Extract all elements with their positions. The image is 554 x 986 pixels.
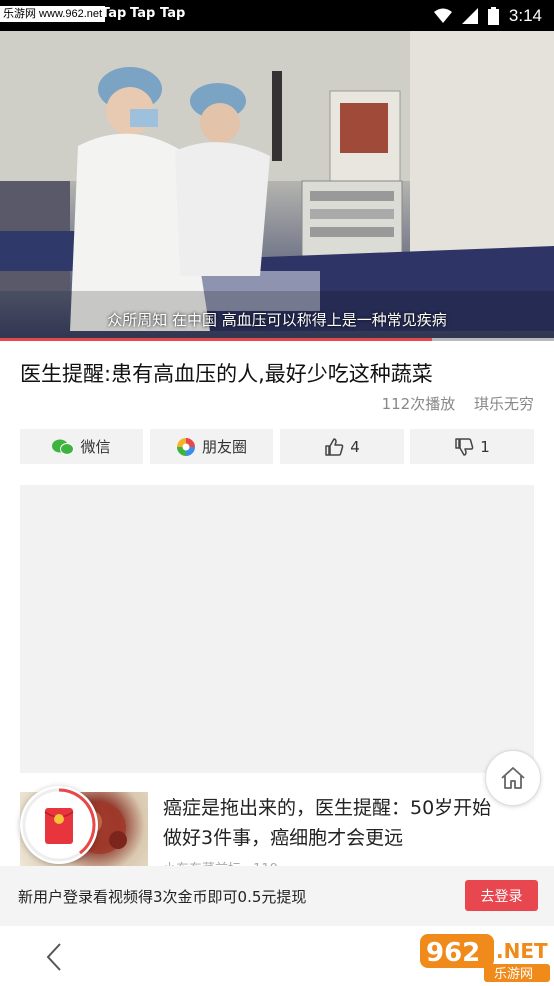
tap-label: Tap bbox=[130, 6, 156, 21]
dislike-button[interactable]: 1 bbox=[410, 429, 534, 464]
video-title: 医生提醒:患有高血压的人,最好少吃这种蔬菜 bbox=[20, 362, 433, 386]
author-name[interactable]: 琪乐无穷 bbox=[474, 395, 534, 413]
watermark-top-left: 乐游网 www.962.net bbox=[0, 6, 106, 22]
svg-text:乐游网: 乐游网 bbox=[494, 967, 533, 982]
thumbs-down-icon bbox=[455, 437, 474, 456]
video-progress-fill bbox=[0, 338, 433, 341]
svg-text:962: 962 bbox=[426, 938, 480, 968]
related-video-title[interactable]: 癌症是拖出来的，医生提醒：50岁开始做好3件事，癌细胞才会更远 bbox=[163, 793, 503, 853]
moments-icon bbox=[176, 437, 195, 456]
video-progress-bar[interactable] bbox=[0, 338, 554, 341]
red-packet-icon bbox=[22, 788, 96, 862]
home-button[interactable] bbox=[485, 750, 541, 806]
thumbs-up-icon bbox=[325, 437, 344, 456]
home-icon bbox=[501, 767, 525, 789]
status-time: 3:14 bbox=[508, 6, 542, 25]
wechat-icon bbox=[52, 439, 75, 455]
back-icon[interactable] bbox=[38, 940, 72, 974]
video-frame bbox=[0, 31, 554, 341]
red-packet-button[interactable] bbox=[20, 786, 98, 864]
play-count: 112次播放 bbox=[381, 395, 456, 413]
login-button[interactable]: 去登录 bbox=[465, 880, 538, 911]
bottom-nav: 962 .NET 乐游网 bbox=[0, 926, 554, 986]
promo-text: 新用户登录看视频得3次金币即可0.5元提现 bbox=[18, 888, 307, 906]
status-bar: 乐游网 www.962.net Tap Tap Tap 3:14 bbox=[0, 0, 554, 31]
svg-text:.NET: .NET bbox=[496, 939, 548, 963]
share-wechat-button[interactable]: 微信 bbox=[20, 429, 143, 464]
wechat-label: 微信 bbox=[80, 438, 111, 456]
battery-icon bbox=[487, 7, 499, 25]
tap-label: Tap bbox=[101, 6, 127, 21]
status-icons: 3:14 bbox=[433, 4, 542, 28]
like-count: 4 bbox=[350, 437, 360, 456]
moments-label: 朋友圈 bbox=[201, 438, 247, 456]
video-player[interactable]: 众所周知 在中国 高血压可以称得上是一种常见疾病 bbox=[0, 31, 554, 341]
watermark-logo: 962 .NET 乐游网 bbox=[420, 934, 550, 982]
share-moments-button[interactable]: 朋友圈 bbox=[150, 429, 273, 464]
wifi-icon bbox=[433, 8, 452, 23]
login-promo-banner: 新用户登录看视频得3次金币即可0.5元提现 去登录 bbox=[0, 866, 554, 926]
dislike-count: 1 bbox=[480, 437, 490, 456]
video-meta: 112次播放 琪乐无穷 bbox=[368, 393, 534, 414]
ad-placeholder[interactable] bbox=[20, 485, 534, 773]
signal-icon bbox=[461, 8, 478, 24]
like-button[interactable]: 4 bbox=[280, 429, 404, 464]
tap-label: Tap bbox=[160, 6, 186, 21]
video-subtitle: 众所周知 在中国 高血压可以称得上是一种常见疾病 bbox=[107, 311, 447, 329]
